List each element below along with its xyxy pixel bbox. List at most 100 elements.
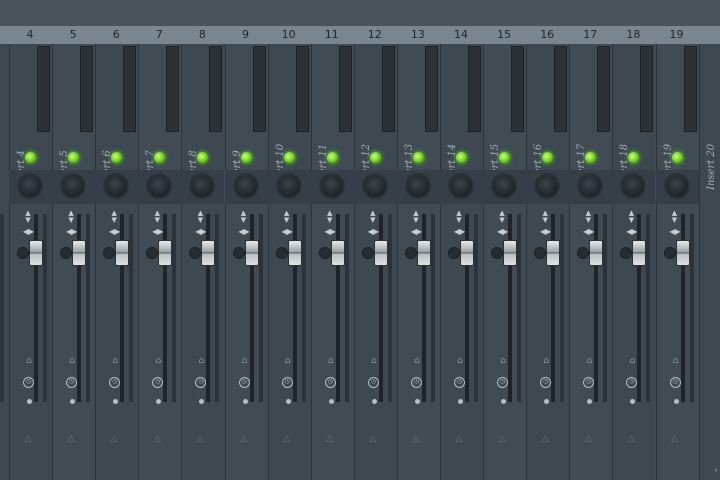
green-led-icon[interactable] (240, 152, 252, 163)
pan-dot[interactable] (318, 247, 331, 259)
pan-dot[interactable] (448, 247, 460, 259)
up-down-arrows-icon[interactable]: ▲ ▼ (194, 210, 206, 224)
pan-dot[interactable] (275, 247, 288, 259)
volume-fader[interactable] (201, 240, 216, 266)
mixer-strip[interactable]: Insert 5▲▼◀▶⌂◷△ (52, 44, 96, 480)
volume-fader[interactable] (115, 240, 130, 266)
pan-dot[interactable] (620, 247, 633, 259)
stereo-separation-knob[interactable] (361, 173, 388, 199)
mic-icon[interactable]: ⌂ (67, 356, 77, 366)
triangle-up-icon[interactable]: △ (582, 434, 594, 444)
mixer-strip[interactable]: Insert 18 ▲ ▼ ◀▶ ⌂ ◷ △ (612, 44, 656, 480)
triangle-up-icon[interactable]: △ (410, 434, 422, 444)
clock-icon[interactable]: ◷ (669, 377, 681, 388)
volume-fader[interactable] (72, 240, 87, 266)
up-down-arrows-icon[interactable]: ▲ ▼ (669, 210, 681, 224)
volume-fader[interactable] (589, 240, 604, 266)
triangle-up-icon[interactable]: △ (496, 434, 508, 444)
clock-icon[interactable]: ◷ (281, 377, 293, 388)
pan-dot[interactable] (146, 247, 159, 259)
pan-dot[interactable] (232, 247, 245, 259)
stereo-separation-knob[interactable] (275, 173, 302, 199)
pan-dot[interactable] (103, 247, 116, 259)
volume-fader[interactable] (158, 240, 173, 266)
volume-fader[interactable] (416, 240, 431, 266)
mic-icon[interactable]: ⌂ (283, 356, 293, 366)
mixer-strip[interactable]: Insert 14 ▲ ▼ ◀▶ ⌂ ◷ △ (440, 44, 483, 480)
mixer-strip[interactable]: Insert 12 ▲ ▼ ◀▶ ⌂ ◷ △ (353, 44, 397, 480)
clock-icon[interactable]: ◷ (109, 377, 121, 388)
green-led-icon[interactable] (25, 152, 36, 163)
volume-fader[interactable] (460, 240, 474, 266)
mic-icon[interactable]: ⌂ (671, 356, 681, 366)
chevron-right-icon[interactable]: › (714, 465, 718, 476)
green-led-icon[interactable] (369, 152, 381, 163)
clock-icon[interactable]: ◷ (540, 377, 552, 388)
triangle-up-icon[interactable]: △ (281, 434, 293, 444)
green-led-icon[interactable] (197, 152, 209, 163)
clock-icon[interactable]: ◷ (367, 377, 379, 388)
mixer-strip[interactable]: Insert 17 ▲ ▼ ◀▶ ⌂ ◷ △ (569, 44, 613, 480)
up-down-arrows-icon[interactable]: ▲ ▼ (582, 210, 594, 224)
mixer-strip[interactable]: Insert 9▲▼◀▶⌂◷△ (224, 44, 268, 480)
stereo-separation-knob[interactable] (17, 173, 43, 199)
green-led-icon[interactable] (68, 152, 80, 163)
triangle-up-icon[interactable]: △ (367, 434, 379, 444)
stereo-separation-knob[interactable] (60, 173, 87, 199)
volume-fader[interactable] (503, 240, 518, 266)
clock-icon[interactable]: ◷ (497, 377, 509, 388)
pan-dot[interactable] (189, 247, 202, 259)
mixer-strip[interactable]: Insert 19 ▲ ▼ ◀▶ ⌂ ◷ △ (655, 44, 699, 480)
mic-icon[interactable]: ⌂ (196, 356, 206, 366)
green-led-icon[interactable] (628, 152, 640, 163)
pan-dot[interactable] (17, 247, 29, 259)
green-led-icon[interactable] (456, 152, 467, 163)
mixer-strip-partial-right[interactable]: Insert 20 (698, 44, 720, 480)
stereo-separation-knob[interactable] (404, 173, 431, 199)
up-down-arrows-icon[interactable]: ▲ ▼ (410, 210, 422, 224)
up-down-arrows-icon[interactable]: ▲ ▼ (625, 210, 637, 224)
clock-icon[interactable]: ◷ (583, 377, 595, 388)
mic-icon[interactable]: ⌂ (369, 356, 379, 366)
mic-icon[interactable]: ⌂ (541, 356, 551, 366)
mixer-strip[interactable]: Insert 13 ▲ ▼ ◀▶ ⌂ ◷ △ (396, 44, 440, 480)
pan-dot[interactable] (577, 247, 590, 259)
triangle-up-icon[interactable]: △ (625, 434, 637, 444)
green-led-icon[interactable] (111, 152, 123, 163)
clock-icon[interactable]: ◷ (324, 377, 336, 388)
mic-icon[interactable]: ⌂ (240, 356, 250, 366)
green-led-icon[interactable] (412, 152, 424, 163)
up-down-arrows-icon[interactable]: ▲ ▼ (151, 210, 163, 224)
stereo-separation-knob[interactable] (491, 173, 518, 199)
pan-dot[interactable] (663, 247, 676, 259)
up-down-arrows-icon[interactable]: ▲ ▼ (108, 210, 120, 224)
triangle-up-icon[interactable]: △ (151, 434, 163, 444)
triangle-up-icon[interactable]: △ (539, 434, 551, 444)
pan-dot[interactable] (404, 247, 417, 259)
clock-icon[interactable]: ◷ (454, 377, 465, 388)
mixer-strip[interactable]: Insert 16 ▲ ▼ ◀▶ ⌂ ◷ △ (526, 44, 570, 480)
green-led-icon[interactable] (542, 152, 554, 163)
volume-fader[interactable] (287, 240, 302, 266)
triangle-up-icon[interactable]: △ (324, 434, 336, 444)
mixer-strip[interactable]: Insert 11 ▲ ▼ ◀▶ ⌂ ◷ △ (310, 44, 354, 480)
mic-icon[interactable]: ⌂ (110, 356, 120, 366)
insert-label[interactable]: Insert 20 (706, 144, 718, 190)
green-led-icon[interactable] (283, 152, 295, 163)
volume-fader[interactable] (632, 240, 647, 266)
mic-icon[interactable]: ⌂ (455, 356, 465, 366)
green-led-icon[interactable] (154, 152, 166, 163)
green-led-icon[interactable] (585, 152, 597, 163)
clock-icon[interactable]: ◷ (626, 377, 638, 388)
up-down-arrows-icon[interactable]: ▲ ▼ (65, 210, 77, 224)
clock-icon[interactable]: ◷ (195, 377, 207, 388)
triangle-up-icon[interactable]: △ (22, 434, 34, 444)
mixer-strip[interactable]: Insert 7▲▼◀▶⌂◷△ (138, 44, 182, 480)
mic-icon[interactable]: ⌂ (412, 356, 422, 366)
up-down-arrows-icon[interactable]: ▲ ▼ (238, 210, 250, 224)
triangle-up-icon[interactable]: △ (65, 434, 77, 444)
mixer-strip[interactable]: Insert 15 ▲ ▼ ◀▶ ⌂ ◷ △ (483, 44, 527, 480)
stereo-separation-knob[interactable] (663, 173, 690, 199)
volume-fader[interactable] (546, 240, 561, 266)
up-down-arrows-icon[interactable]: ▲ ▼ (539, 210, 551, 224)
